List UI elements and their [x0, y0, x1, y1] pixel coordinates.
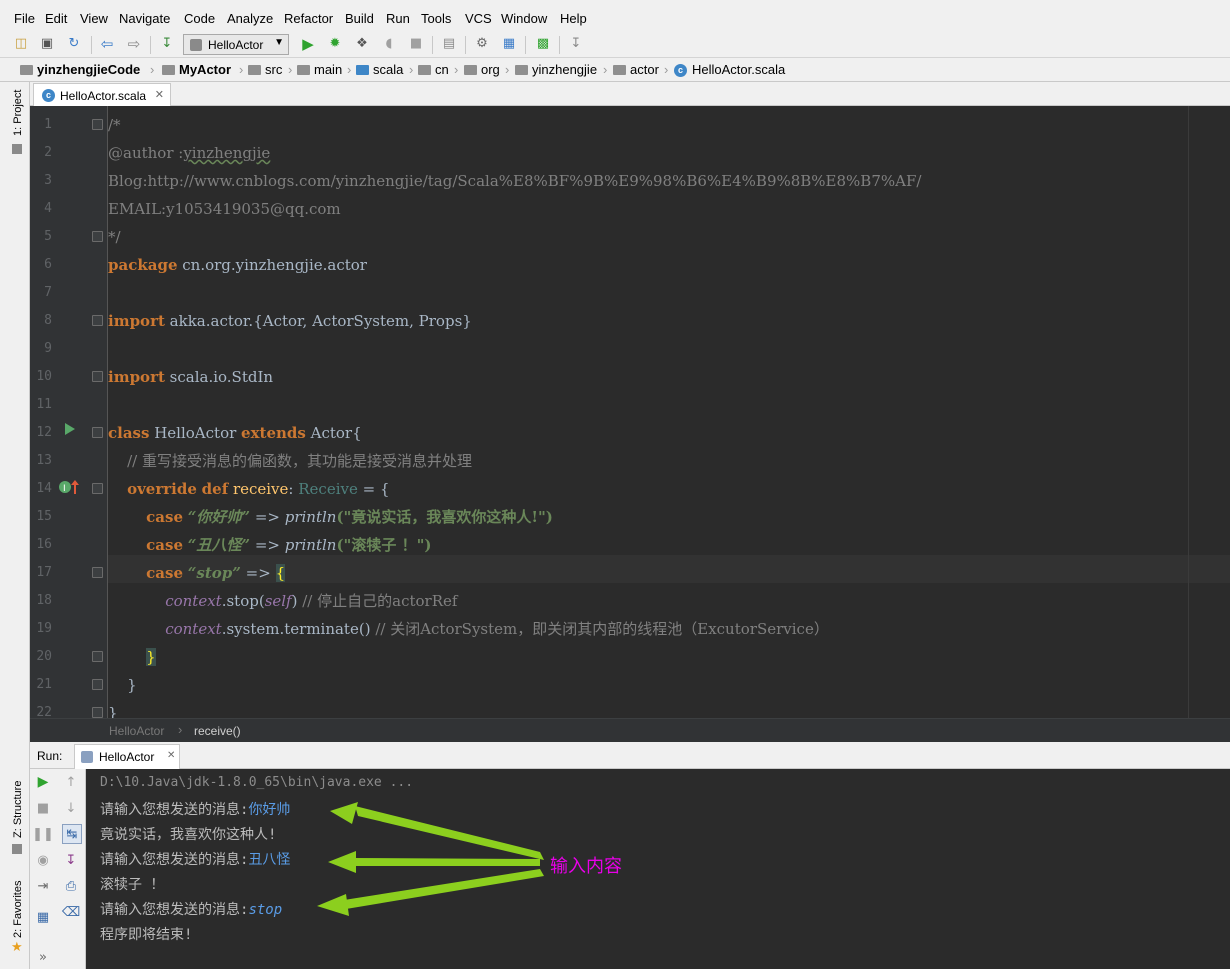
annotation-arrow-3	[344, 869, 544, 909]
annotation-arrows	[317, 802, 544, 916]
annotation-arrowhead-2	[328, 851, 356, 873]
annotation-arrowhead-1	[330, 802, 358, 824]
annotation-arrow-2	[354, 858, 540, 866]
annotation-label: 输入内容	[550, 856, 622, 877]
annotation-arrowhead-3	[317, 894, 349, 916]
annotation-arrow-1	[355, 806, 544, 860]
